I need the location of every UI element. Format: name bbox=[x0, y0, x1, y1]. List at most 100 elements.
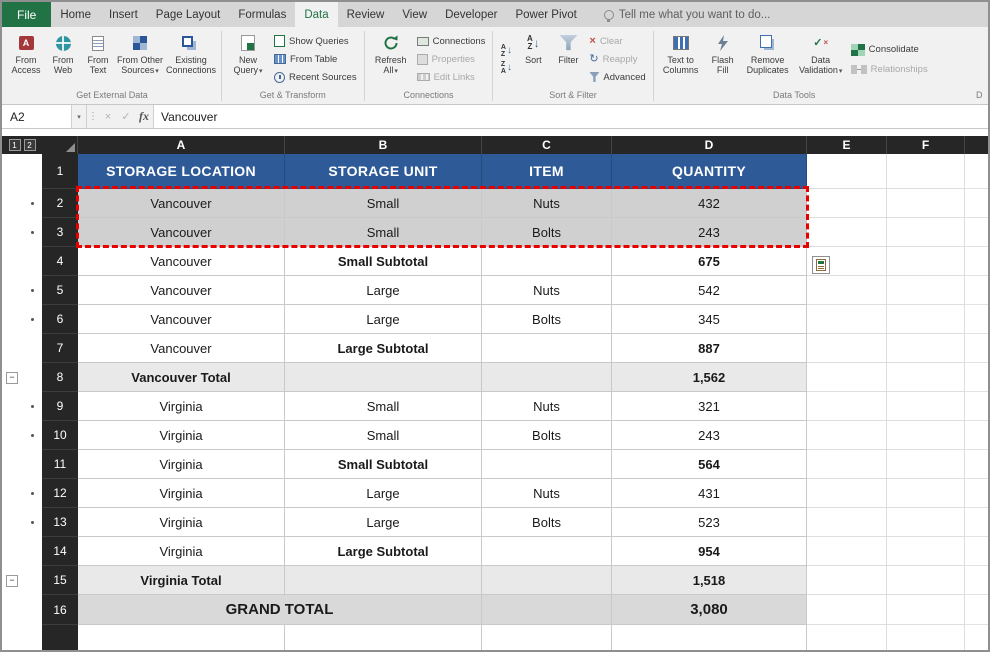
cell-D13[interactable]: 523 bbox=[612, 508, 807, 537]
cell-D5[interactable]: 542 bbox=[612, 276, 807, 305]
cell-C2[interactable]: Nuts bbox=[482, 189, 612, 218]
row-header-16[interactable]: 16 bbox=[42, 595, 78, 625]
cell-D12[interactable]: 431 bbox=[612, 479, 807, 508]
cell-E2[interactable] bbox=[807, 189, 887, 218]
cell-F3[interactable] bbox=[887, 218, 965, 247]
tab-data[interactable]: Data bbox=[295, 2, 337, 27]
cell-F14[interactable] bbox=[887, 537, 965, 566]
tab-insert[interactable]: Insert bbox=[100, 2, 147, 27]
cell-C1[interactable]: ITEM bbox=[482, 154, 612, 189]
clear-filter-button[interactable]: × Clear bbox=[586, 32, 648, 50]
cell-A8[interactable]: Vancouver Total bbox=[78, 363, 285, 392]
cell-E11[interactable] bbox=[807, 450, 887, 479]
empty-cell[interactable] bbox=[78, 625, 285, 650]
cell-F4[interactable] bbox=[887, 247, 965, 276]
from-access-button[interactable]: A From Access bbox=[7, 30, 45, 89]
empty-cell[interactable] bbox=[285, 625, 482, 650]
cell-F5[interactable] bbox=[887, 276, 965, 305]
cell-E12[interactable] bbox=[807, 479, 887, 508]
row-header-2[interactable]: 2 bbox=[42, 189, 78, 218]
cell-F1[interactable] bbox=[887, 154, 965, 189]
from-other-sources-button[interactable]: From Other Sources▾ bbox=[116, 30, 164, 89]
cell-E6[interactable] bbox=[807, 305, 887, 334]
cell-D8[interactable]: 1,562 bbox=[612, 363, 807, 392]
cell-D11[interactable]: 564 bbox=[612, 450, 807, 479]
cell-C8[interactable] bbox=[482, 363, 612, 392]
cell-A1[interactable]: STORAGE LOCATION bbox=[78, 154, 285, 189]
tab-page-layout[interactable]: Page Layout bbox=[147, 2, 230, 27]
row-header-13[interactable]: 13 bbox=[42, 508, 78, 537]
select-all-corner[interactable] bbox=[42, 136, 78, 154]
cell-A16[interactable]: GRAND TOTAL bbox=[78, 595, 482, 625]
cell-F15[interactable] bbox=[887, 566, 965, 595]
row-header-11[interactable]: 11 bbox=[42, 450, 78, 479]
data-validation-button[interactable]: ✓× Data Validation▾ bbox=[795, 30, 847, 89]
cell-A15[interactable]: Virginia Total bbox=[78, 566, 285, 595]
empty-cell[interactable] bbox=[887, 625, 965, 650]
column-header-B[interactable]: B bbox=[285, 136, 482, 154]
cell-A3[interactable]: Vancouver bbox=[78, 218, 285, 247]
row-header-3[interactable]: 3 bbox=[42, 218, 78, 247]
row-header-10[interactable]: 10 bbox=[42, 421, 78, 450]
cell-B14[interactable]: Large Subtotal bbox=[285, 537, 482, 566]
cell-A12[interactable]: Virginia bbox=[78, 479, 285, 508]
cell-B8[interactable] bbox=[285, 363, 482, 392]
cell-B3[interactable]: Small bbox=[285, 218, 482, 247]
cell-E3[interactable] bbox=[807, 218, 887, 247]
cell-C13[interactable]: Bolts bbox=[482, 508, 612, 537]
cell-A4[interactable]: Vancouver bbox=[78, 247, 285, 276]
empty-cell[interactable] bbox=[807, 625, 887, 650]
column-header-A[interactable]: A bbox=[78, 136, 285, 154]
name-box[interactable]: A2 bbox=[2, 105, 72, 128]
cell-B12[interactable]: Large bbox=[285, 479, 482, 508]
new-query-button[interactable]: New Query▾ bbox=[226, 30, 270, 89]
cell-B4[interactable]: Small Subtotal bbox=[285, 247, 482, 276]
formula-bar-resize-handle[interactable]: ⋮ bbox=[87, 105, 99, 128]
tab-review[interactable]: Review bbox=[338, 2, 394, 27]
tab-formulas[interactable]: Formulas bbox=[229, 2, 295, 27]
advanced-filter-button[interactable]: Advanced bbox=[586, 68, 648, 86]
cell-B9[interactable]: Small bbox=[285, 392, 482, 421]
existing-connections-button[interactable]: Existing Connections bbox=[165, 30, 217, 89]
insert-function-button[interactable]: fx bbox=[135, 105, 153, 128]
formula-input[interactable]: Vancouver bbox=[153, 105, 988, 128]
cell-E16[interactable] bbox=[807, 595, 887, 625]
cell-B1[interactable]: STORAGE UNIT bbox=[285, 154, 482, 189]
cell-A14[interactable]: Virginia bbox=[78, 537, 285, 566]
formula-enter-button[interactable]: ✓ bbox=[117, 105, 135, 128]
tab-power-pivot[interactable]: Power Pivot bbox=[506, 2, 585, 27]
outline-collapse-button[interactable]: − bbox=[6, 575, 18, 587]
cell-B13[interactable]: Large bbox=[285, 508, 482, 537]
cell-E9[interactable] bbox=[807, 392, 887, 421]
edit-links-button[interactable]: Edit Links bbox=[414, 68, 489, 86]
cell-E13[interactable] bbox=[807, 508, 887, 537]
cell-C11[interactable] bbox=[482, 450, 612, 479]
relationships-button[interactable]: Relationships bbox=[848, 61, 931, 79]
tab-view[interactable]: View bbox=[393, 2, 436, 27]
cell-D15[interactable]: 1,518 bbox=[612, 566, 807, 595]
tab-developer[interactable]: Developer bbox=[436, 2, 506, 27]
cell-F2[interactable] bbox=[887, 189, 965, 218]
cell-C16[interactable] bbox=[482, 595, 612, 625]
column-header-E[interactable]: E bbox=[807, 136, 887, 154]
cell-A11[interactable]: Virginia bbox=[78, 450, 285, 479]
row-header-4[interactable]: 4 bbox=[42, 247, 78, 276]
row-header-8[interactable]: 8 bbox=[42, 363, 78, 392]
cell-C3[interactable]: Bolts bbox=[482, 218, 612, 247]
cell-D2[interactable]: 432 bbox=[612, 189, 807, 218]
consolidate-button[interactable]: Consolidate bbox=[848, 41, 931, 59]
cell-E5[interactable] bbox=[807, 276, 887, 305]
cell-C4[interactable] bbox=[482, 247, 612, 276]
cell-B15[interactable] bbox=[285, 566, 482, 595]
cell-C7[interactable] bbox=[482, 334, 612, 363]
cell-F9[interactable] bbox=[887, 392, 965, 421]
tell-me-box[interactable]: Tell me what you want to do... bbox=[594, 2, 781, 27]
cell-F13[interactable] bbox=[887, 508, 965, 537]
properties-button[interactable]: Properties bbox=[414, 50, 489, 68]
name-box-dropdown[interactable]: ▾ bbox=[72, 105, 87, 128]
cell-C14[interactable] bbox=[482, 537, 612, 566]
sort-ascending-button[interactable]: AZ ↓ bbox=[497, 44, 515, 59]
cell-E8[interactable] bbox=[807, 363, 887, 392]
cell-D3[interactable]: 243 bbox=[612, 218, 807, 247]
from-table-button[interactable]: From Table bbox=[271, 50, 360, 68]
